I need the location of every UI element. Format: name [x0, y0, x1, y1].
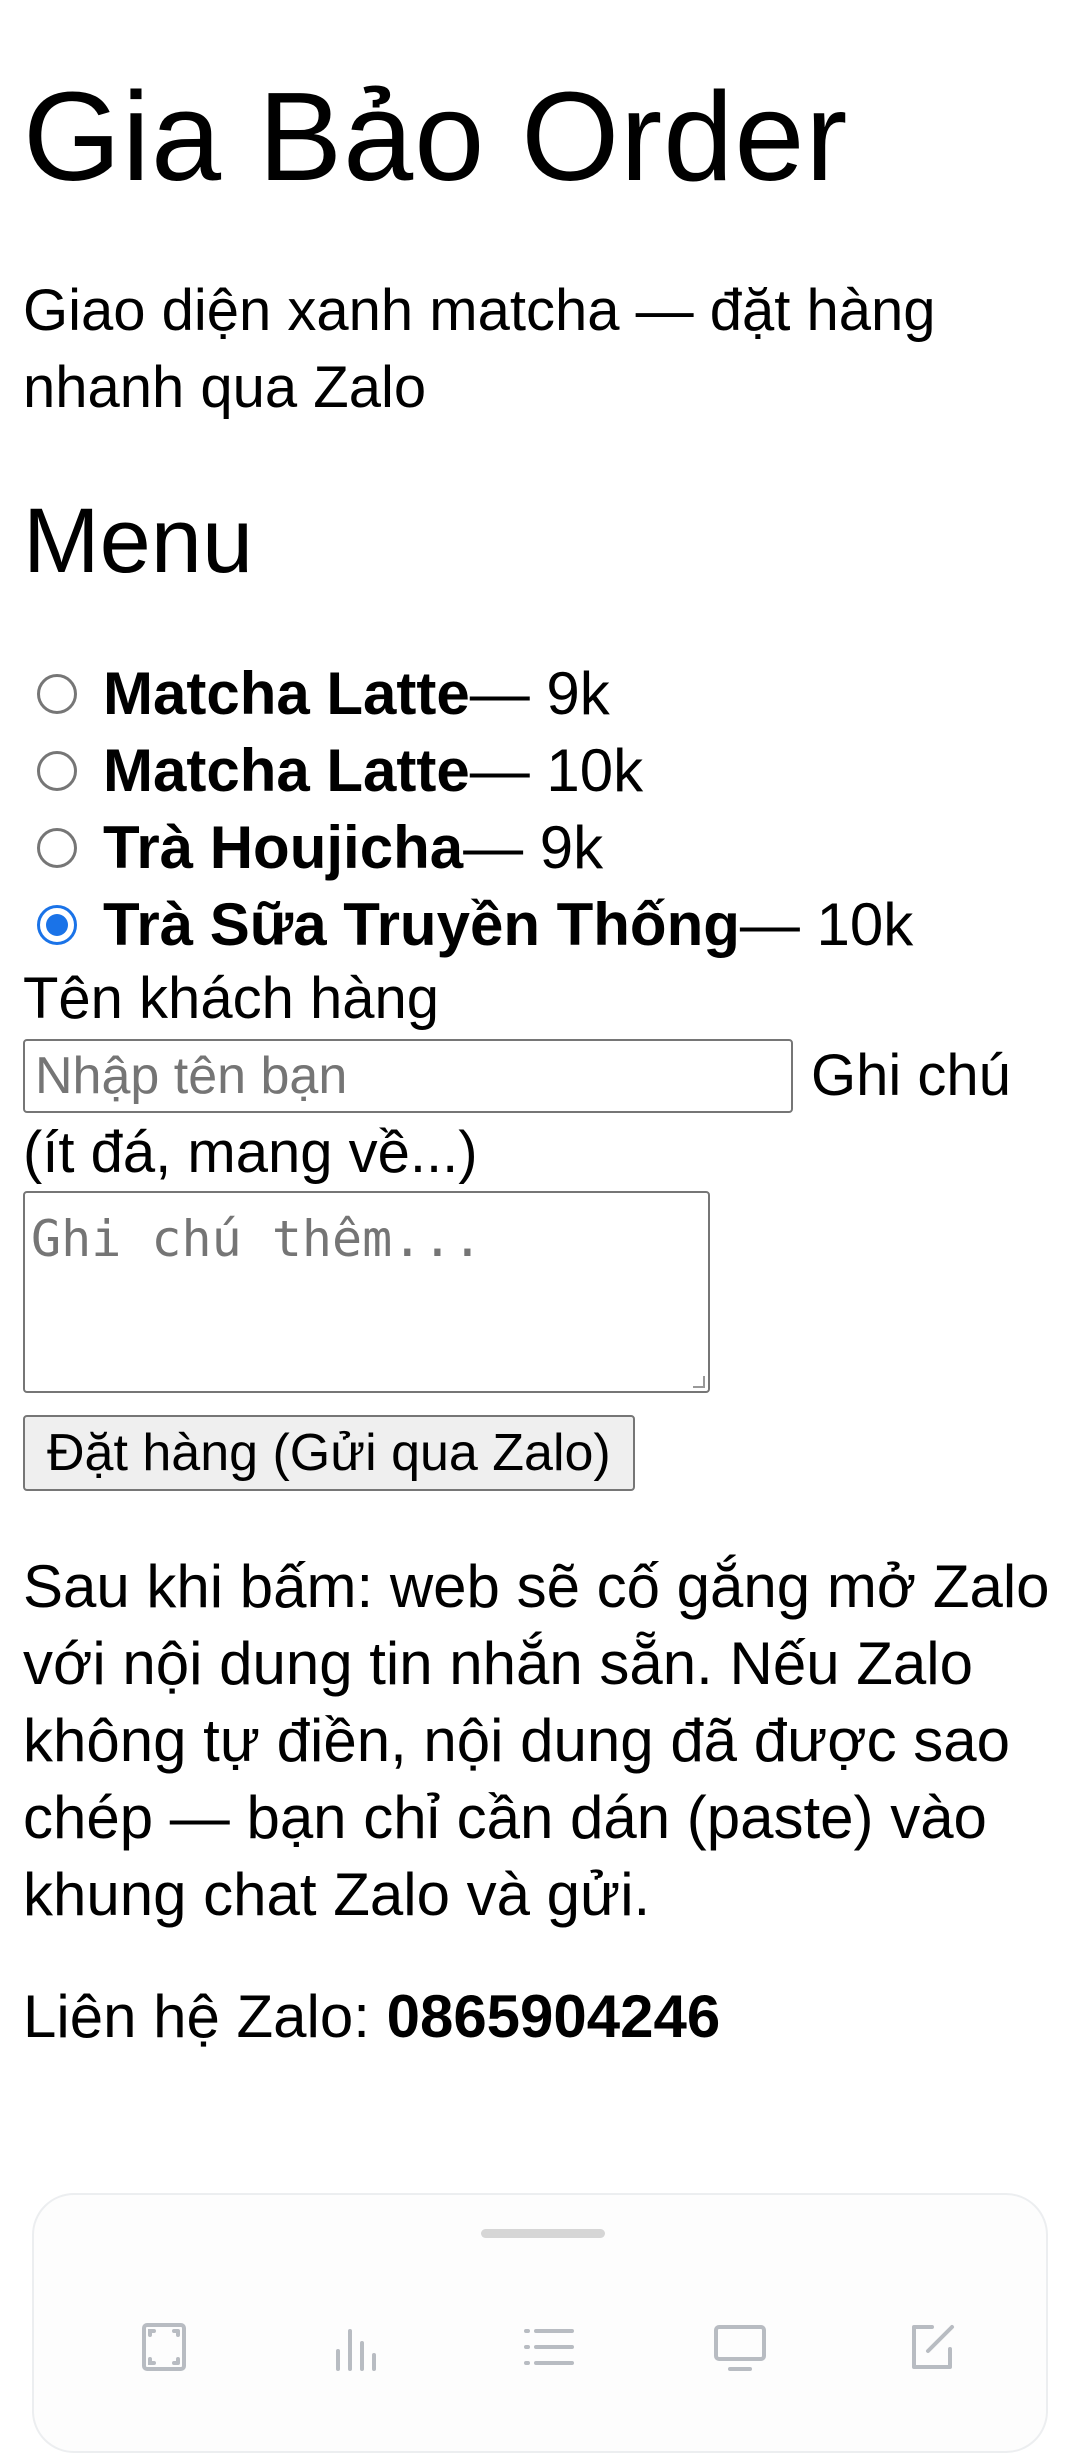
- menu-heading: Menu: [23, 490, 254, 592]
- menu-item-price: — 9k: [469, 660, 610, 727]
- menu-item-radio[interactable]: [37, 827, 77, 868]
- menu-item-price: — 9k: [463, 814, 604, 881]
- edit-icon[interactable]: [902, 2317, 962, 2377]
- menu-list: Matcha Latte — 9k Matcha Latte — 10k Trà…: [23, 655, 913, 963]
- page-title: Gia Bảo Order: [23, 66, 849, 207]
- contact-line: Liên hệ Zalo: 0865904246: [23, 1978, 720, 2055]
- customer-name-label: Tên khách hàng: [23, 966, 439, 1031]
- page-subtitle: Giao diện xanh matcha — đặt hàng nhanh q…: [23, 278, 936, 420]
- menu-item-name: Trà Sữa Truyền Thống: [103, 891, 740, 958]
- note-placeholder: Ghi chú thêm...: [31, 1210, 483, 1268]
- list-icon[interactable]: [518, 2317, 578, 2377]
- menu-item[interactable]: Matcha Latte — 9k: [23, 655, 913, 732]
- menu-item-radio[interactable]: [37, 673, 77, 714]
- menu-item[interactable]: Matcha Latte — 10k: [23, 732, 913, 809]
- bottom-sheet: [32, 2193, 1048, 2453]
- instructions-text: Sau khi bấm: web sẽ cố gắng mở Zalo với …: [23, 1553, 1050, 1928]
- monitor-icon[interactable]: [710, 2317, 770, 2377]
- menu-item-price: — 10k: [739, 891, 914, 958]
- contact-label: Liên hệ Zalo:: [23, 1983, 387, 2050]
- customer-name-input[interactable]: Nhập tên bạn: [23, 1038, 793, 1113]
- menu-item-radio[interactable]: [37, 750, 77, 791]
- sheet-drag-handle[interactable]: [481, 2229, 605, 2238]
- order-form: Tên khách hàng Nhập tên bạn Ghi chú (ít …: [23, 960, 1053, 1491]
- menu-item[interactable]: Trà Houjicha — 9k: [23, 809, 913, 886]
- menu-item-name: Matcha Latte: [103, 737, 470, 804]
- menu-item-price: — 10k: [469, 737, 644, 804]
- contact-phone[interactable]: 0865904246: [387, 1983, 721, 2050]
- menu-item-name: Trà Houjicha: [103, 814, 464, 881]
- menu-item[interactable]: Trà Sữa Truyền Thống — 10k: [23, 886, 913, 963]
- note-label: Ghi chú: [811, 1043, 1011, 1108]
- bar-chart-icon[interactable]: [326, 2317, 386, 2377]
- menu-item-name: Matcha Latte: [103, 660, 470, 727]
- frame-icon[interactable]: [134, 2317, 194, 2377]
- menu-item-radio-selected[interactable]: [37, 904, 77, 945]
- note-textarea[interactable]: Ghi chú thêm...: [23, 1191, 710, 1393]
- resize-handle-icon[interactable]: [693, 1376, 705, 1388]
- order-submit-button[interactable]: Đặt hàng (Gửi qua Zalo): [23, 1415, 635, 1491]
- note-label-detail: (ít đá, mang về...): [23, 1120, 478, 1185]
